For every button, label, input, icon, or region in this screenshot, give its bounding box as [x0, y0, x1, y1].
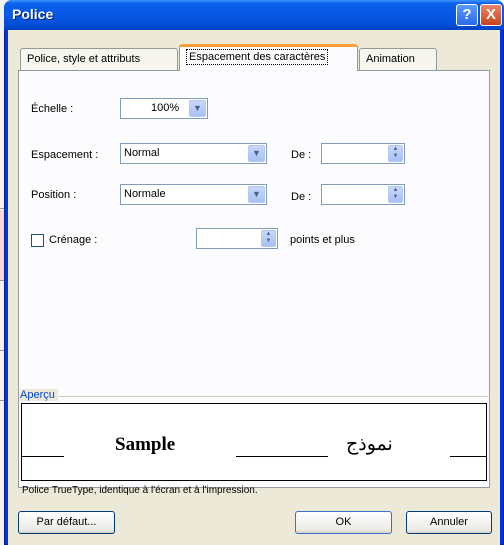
- preview-baseline: [450, 456, 486, 457]
- position-de-label: De :: [291, 191, 312, 203]
- default-button-label: Par défaut...: [36, 516, 97, 528]
- preview-arabic-text: نموذج: [346, 434, 393, 455]
- tab-label: Animation: [366, 53, 415, 65]
- crenage-label: Crénage :: [49, 234, 98, 246]
- cancel-button-label: Annuler: [430, 516, 468, 528]
- position-de-spinner[interactable]: ▲ ▼: [321, 184, 405, 205]
- ok-button-label: OK: [335, 516, 352, 528]
- tab-label: Police, style et attributs: [27, 53, 141, 65]
- crenage-suffix-label: points et plus: [290, 234, 355, 246]
- default-button[interactable]: Par défaut...: [18, 511, 115, 534]
- spin-arrows-icon[interactable]: ▲ ▼: [388, 145, 403, 162]
- espacement-dropdown[interactable]: Normal ▼: [120, 143, 267, 164]
- position-value: Normale: [124, 188, 166, 200]
- echelle-label: Échelle :: [31, 103, 74, 115]
- chevron-down-icon[interactable]: ▼: [248, 145, 265, 162]
- tab-animation[interactable]: Animation: [359, 48, 437, 70]
- chevron-down-icon[interactable]: ▼: [248, 186, 265, 203]
- cancel-button[interactable]: Annuler: [406, 511, 492, 534]
- tab-police-style-attributs[interactable]: Police, style et attributs: [20, 48, 178, 70]
- spin-arrows-icon[interactable]: ▲ ▼: [388, 186, 403, 203]
- tab-espacement-caracteres[interactable]: Espacement des caractères: [179, 44, 358, 71]
- echelle-dropdown[interactable]: 100% ▼: [120, 98, 208, 119]
- preview-note: Police TrueType, identique à l'écran et …: [22, 485, 258, 496]
- preview-sample-text: Sample: [115, 434, 176, 455]
- preview-box: Sample نموذج: [21, 403, 487, 481]
- dialog-client-area: Police, style et attributs Espacement de…: [8, 30, 500, 545]
- help-icon: ?: [462, 6, 472, 23]
- tab-label: Espacement des caractères: [186, 49, 329, 65]
- apercu-group-border: [20, 396, 490, 397]
- font-dialog: Police ? X Police, style et attributs Es…: [4, 0, 504, 545]
- window-title: Police: [12, 6, 54, 22]
- spin-arrows-icon[interactable]: ▲ ▼: [261, 230, 276, 247]
- preview-baseline: [22, 456, 64, 457]
- apercu-group-label: Aperçu: [20, 389, 58, 401]
- chevron-down-icon[interactable]: ▼: [189, 100, 206, 117]
- crenage-checkbox[interactable]: [31, 234, 44, 247]
- position-dropdown[interactable]: Normale ▼: [120, 184, 267, 205]
- close-icon: X: [485, 6, 496, 23]
- echelle-value: 100%: [151, 102, 180, 114]
- help-button[interactable]: ?: [456, 4, 478, 26]
- title-bar[interactable]: Police ? X: [4, 0, 504, 30]
- espacement-de-label: De :: [291, 149, 312, 161]
- preview-baseline: [236, 456, 328, 457]
- position-label: Position :: [31, 189, 77, 201]
- espacement-label: Espacement :: [31, 149, 99, 161]
- ok-button[interactable]: OK: [295, 511, 392, 534]
- close-button[interactable]: X: [480, 4, 502, 26]
- espacement-value: Normal: [124, 147, 160, 159]
- crenage-spinner[interactable]: ▲ ▼: [196, 228, 278, 249]
- espacement-de-spinner[interactable]: ▲ ▼: [321, 143, 405, 164]
